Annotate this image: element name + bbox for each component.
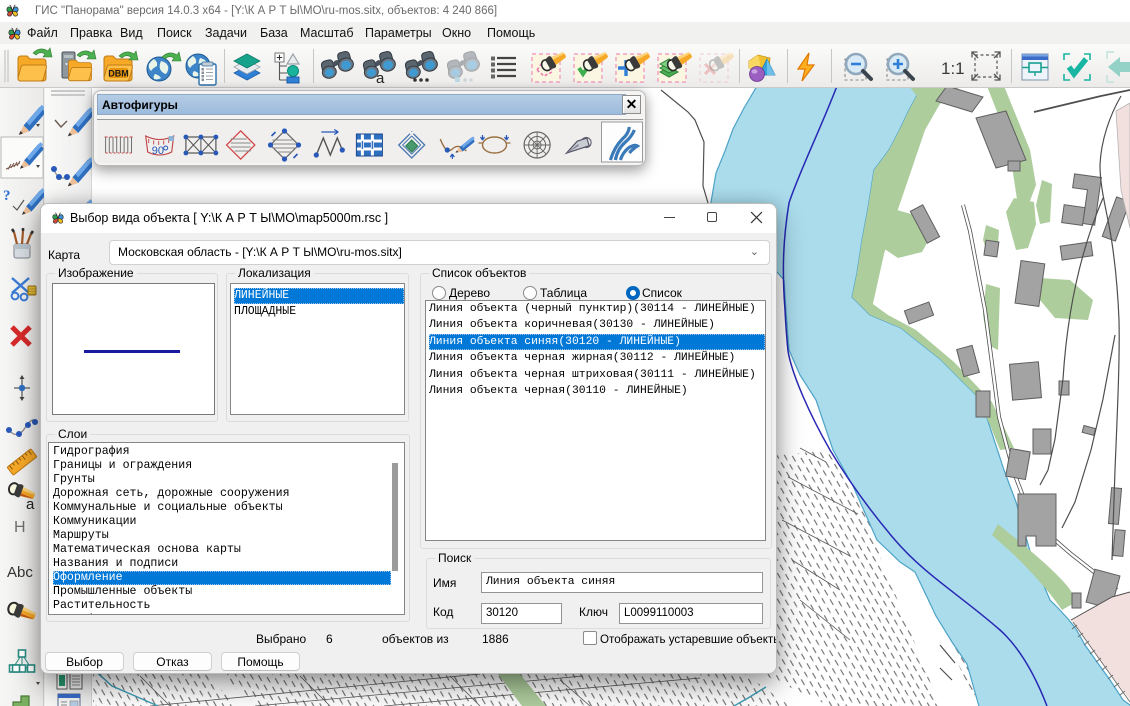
svg-text:DBM: DBM: [108, 69, 129, 79]
svg-text:90: 90: [152, 145, 164, 157]
svg-text:Abc: Abc: [7, 564, 33, 581]
svg-text:?: ?: [3, 188, 11, 204]
svg-text:H: H: [14, 519, 26, 536]
svg-text:a: a: [26, 496, 35, 513]
svg-text:a: a: [376, 70, 385, 87]
svg-text:1:1: 1:1: [941, 59, 965, 78]
